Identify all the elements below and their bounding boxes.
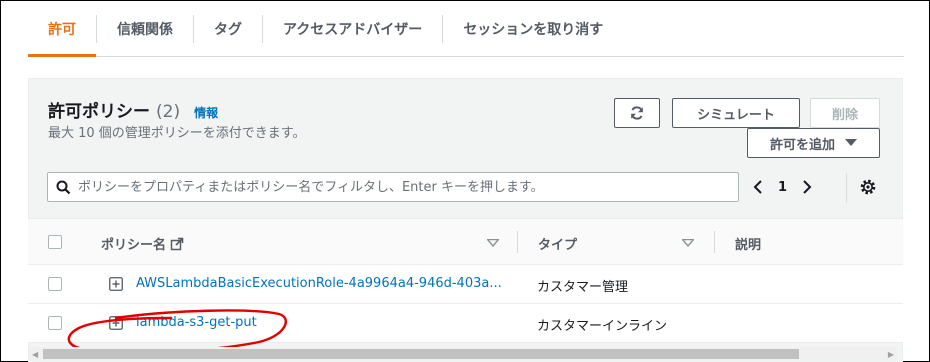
add-permissions-button[interactable]: 許可を追加 <box>747 128 880 158</box>
pagination: 1 <box>752 172 813 202</box>
search-input[interactable] <box>78 179 738 195</box>
tab-label: 許可 <box>48 21 76 38</box>
tab-label: 信頼関係 <box>117 21 173 38</box>
expand-plus-icon[interactable] <box>109 277 123 291</box>
refresh-icon <box>631 106 643 120</box>
column-header-type[interactable]: タイプ <box>538 234 577 253</box>
column-divider <box>517 231 518 253</box>
scroll-right-arrow-icon[interactable]: ▶ <box>888 350 894 359</box>
search-icon <box>48 180 78 195</box>
tab-access-advisor[interactable]: アクセスアドバイザー <box>263 1 442 56</box>
column-divider <box>714 231 715 253</box>
scroll-left-arrow-icon[interactable]: ◀ <box>32 350 38 359</box>
button-label: シミュレート <box>697 107 775 123</box>
caret-down-icon <box>845 139 857 146</box>
tab-label: タグ <box>214 21 242 38</box>
tab-bar: 許可 信頼関係 タグ アクセスアドバイザー セッションを取り消す <box>28 1 904 57</box>
current-page[interactable]: 1 <box>778 180 787 195</box>
external-link-icon <box>170 237 184 250</box>
policy-name-link[interactable]: AWSLambdaBasicExecutionRole-4a9964a4-946… <box>136 276 502 291</box>
button-label: 削除 <box>831 107 858 123</box>
policy-search-box[interactable] <box>47 172 739 202</box>
column-header-description[interactable]: 説明 <box>735 234 761 253</box>
tab-label: セッションを取り消す <box>463 21 604 38</box>
button-label: 許可を追加 <box>769 137 835 153</box>
header-label: 説明 <box>735 238 762 253</box>
header-label: ポリシー名 <box>101 238 167 253</box>
chevron-left-icon[interactable] <box>752 179 764 195</box>
row-checkbox[interactable] <box>48 277 62 291</box>
chevron-right-icon[interactable] <box>801 179 813 195</box>
pager-divider <box>846 174 847 202</box>
info-link[interactable]: 情報 <box>194 104 218 121</box>
panel-title: 許可ポリシー <box>48 102 150 122</box>
tab-label: アクセスアドバイザー <box>283 21 423 38</box>
policies-table: ポリシー名 タイプ 説明 AWSLambdaBasicExecutionRole… <box>28 218 903 343</box>
scrollbar-thumb[interactable] <box>43 349 799 359</box>
panel-description: 最大 10 個の管理ポリシーを添付できます。 <box>48 126 306 141</box>
sort-caret-icon[interactable] <box>682 239 694 247</box>
delete-button[interactable]: 削除 <box>810 98 880 128</box>
policy-name-link[interactable]: lambda-s3-get-put <box>136 315 257 330</box>
expand-plus-icon[interactable] <box>109 316 123 330</box>
permissions-policies-panel: 許可ポリシー (2) 情報 最大 10 個の管理ポリシーを添付できます。 シミュ… <box>28 78 903 362</box>
horizontal-scrollbar[interactable]: ◀ ▶ <box>29 347 897 361</box>
panel-header: 許可ポリシー (2) 情報 <box>48 97 218 122</box>
tab-tags[interactable]: タグ <box>194 1 262 56</box>
gear-icon[interactable] <box>859 178 877 196</box>
row-checkbox[interactable] <box>48 316 62 330</box>
tab-permissions[interactable]: 許可 <box>28 1 96 57</box>
column-header-policy-name[interactable]: ポリシー名 <box>101 234 184 253</box>
refresh-button[interactable] <box>614 98 660 128</box>
policy-count: (2) <box>156 102 181 122</box>
policy-type: カスタマーインライン <box>537 319 668 334</box>
tab-revoke-sessions[interactable]: セッションを取り消す <box>443 1 623 56</box>
table-row: lambda-s3-get-put カスタマーインライン <box>28 304 903 343</box>
sort-caret-icon[interactable] <box>487 239 499 247</box>
tab-trust-relationships[interactable]: 信頼関係 <box>97 1 193 56</box>
table-header: ポリシー名 タイプ 説明 <box>28 218 903 265</box>
table-row: AWSLambdaBasicExecutionRole-4a9964a4-946… <box>28 265 903 304</box>
policy-type: カスタマー管理 <box>537 280 629 295</box>
simulate-button[interactable]: シミュレート <box>672 98 800 128</box>
select-all-checkbox[interactable] <box>48 235 62 249</box>
header-label: タイプ <box>538 238 578 253</box>
